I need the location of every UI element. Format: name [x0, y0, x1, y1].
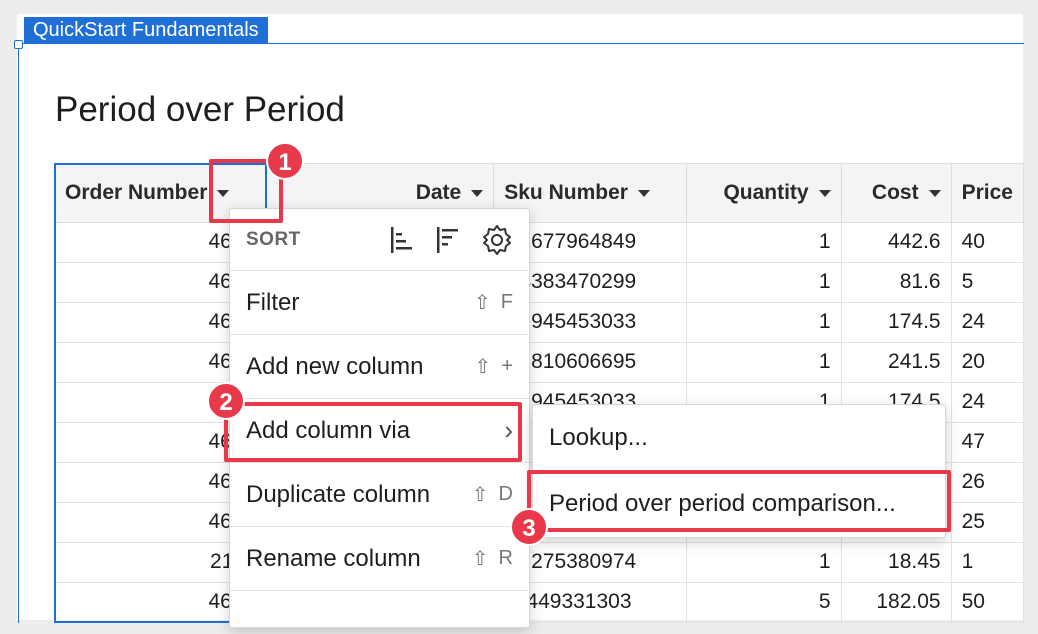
- chevron-right-icon: ›: [504, 415, 513, 445]
- cell-price[interactable]: 24: [951, 382, 1024, 423]
- table-header-row: Order Number Date Sku Number Quantity Co…: [55, 164, 1024, 223]
- cell-cost[interactable]: 18.45: [841, 542, 952, 583]
- gear-icon[interactable]: [481, 224, 513, 256]
- caret-down-icon[interactable]: [928, 189, 941, 197]
- menu-item-filter[interactable]: Filter ⇧ F: [230, 271, 529, 335]
- shortcut-hint: ⇧ D: [472, 482, 513, 507]
- table-row: 4670C86779648491442.640: [55, 222, 1024, 263]
- cell-price[interactable]: 20: [951, 342, 1024, 383]
- sort-descending-icon[interactable]: [435, 225, 461, 255]
- menu-item-duplicate-column[interactable]: Duplicate column ⇧ D: [230, 463, 529, 527]
- cell-price[interactable]: 25: [951, 502, 1024, 543]
- shift-icon: ⇧: [471, 484, 489, 506]
- cell-quantity[interactable]: 1: [686, 222, 842, 263]
- column-header-label: Date: [415, 180, 462, 204]
- table-row: 2114C8275380974118.451: [55, 542, 1024, 583]
- table-row: 4662J24493313035182.0550: [55, 582, 1024, 623]
- sort-row: SORT: [230, 209, 529, 271]
- cell-quantity[interactable]: 1: [686, 302, 842, 343]
- column-header-price[interactable]: Price: [951, 164, 1024, 223]
- column-header-cost[interactable]: Cost: [841, 164, 952, 223]
- menu-item-label: Duplicate column: [246, 480, 431, 508]
- callout-badge-1: 1: [266, 142, 304, 180]
- shortcut-key: D: [498, 483, 513, 505]
- table-row: 4671C38106066951241.520: [55, 342, 1024, 383]
- cell-price[interactable]: 50: [951, 582, 1024, 623]
- table-row: 4671C4383470299181.65: [55, 262, 1024, 303]
- workbook-tag[interactable]: QuickStart Fundamentals: [24, 17, 268, 44]
- column-header-quantity[interactable]: Quantity: [686, 164, 842, 223]
- menu-item-label: Filter: [246, 288, 300, 316]
- cell-quantity[interactable]: 1: [686, 542, 842, 583]
- submenu-item-lookup[interactable]: Lookup...: [533, 405, 945, 471]
- cell-price[interactable]: 24: [951, 302, 1024, 343]
- cell-price[interactable]: 5: [951, 262, 1024, 303]
- column-header-label: Quantity: [723, 180, 809, 204]
- column-header-label: Sku Number: [504, 180, 628, 204]
- shift-icon: ⇧: [471, 548, 489, 570]
- callout-badge-3: 3: [510, 508, 548, 546]
- cell-price[interactable]: 40: [951, 222, 1024, 263]
- data-table: Order Number Date Sku Number Quantity Co…: [54, 163, 1024, 623]
- menu-item-add-new-column[interactable]: Add new column ⇧ +: [230, 335, 529, 399]
- cell-price[interactable]: 26: [951, 462, 1024, 503]
- menu-item-label: Add new column: [246, 352, 424, 380]
- cell-price[interactable]: 47: [951, 422, 1024, 463]
- caret-down-icon[interactable]: [471, 189, 484, 197]
- submenu-item-label: Lookup...: [549, 423, 648, 451]
- column-header-label: Order Number: [65, 180, 208, 204]
- shortcut-hint: ⇧ +: [475, 354, 513, 379]
- sort-ascending-icon[interactable]: [389, 225, 415, 255]
- menu-item-add-column-via[interactable]: Add column via ›: [230, 399, 529, 463]
- cell-cost[interactable]: 182.05: [841, 582, 952, 623]
- cell-cost[interactable]: 241.5: [841, 342, 952, 383]
- caret-down-icon[interactable]: [818, 189, 831, 197]
- callout-badge-2: 2: [207, 382, 245, 420]
- cell-cost[interactable]: 174.5: [841, 302, 952, 343]
- cell-quantity[interactable]: 1: [686, 342, 842, 383]
- table-row: 4671C99454530331174.524: [55, 302, 1024, 343]
- shortcut-hint: ⇧ F: [474, 290, 513, 315]
- submenu-item-label: Period over period comparison...: [549, 490, 896, 517]
- cell-price[interactable]: 1: [951, 542, 1024, 583]
- cell-cost[interactable]: 81.6: [841, 262, 952, 303]
- shortcut-key: +: [501, 355, 513, 377]
- cell-quantity[interactable]: 5: [686, 582, 842, 623]
- shift-icon: ⇧: [474, 292, 491, 314]
- caret-down-icon[interactable]: [637, 189, 650, 197]
- column-header-label: Price: [961, 180, 1013, 204]
- column-header-label: Cost: [871, 180, 919, 204]
- menu-item-label: Add column via: [246, 416, 411, 444]
- page-title: Period over Period: [55, 90, 345, 129]
- shift-icon: ⇧: [474, 356, 492, 378]
- resize-handle[interactable]: [14, 40, 23, 49]
- column-context-menu: SORT Filter ⇧ F Add new column ⇧ + Add col…: [229, 208, 530, 628]
- submenu-item-period-over-period[interactable]: Period over period comparison...: [533, 471, 945, 537]
- sort-label: SORT: [246, 228, 301, 250]
- cell-quantity[interactable]: 1: [686, 262, 842, 303]
- menu-item-rename-column[interactable]: Rename column ⇧ R: [230, 527, 529, 591]
- cell-cost[interactable]: 442.6: [841, 222, 952, 263]
- shortcut-hint: ⇧ R: [472, 546, 513, 571]
- add-column-via-submenu: Lookup... Period over period comparison.…: [532, 404, 946, 538]
- shortcut-key: R: [498, 547, 513, 569]
- menu-item-label: Rename column: [246, 544, 421, 572]
- caret-down-icon[interactable]: [217, 189, 230, 197]
- shortcut-key: F: [500, 291, 513, 313]
